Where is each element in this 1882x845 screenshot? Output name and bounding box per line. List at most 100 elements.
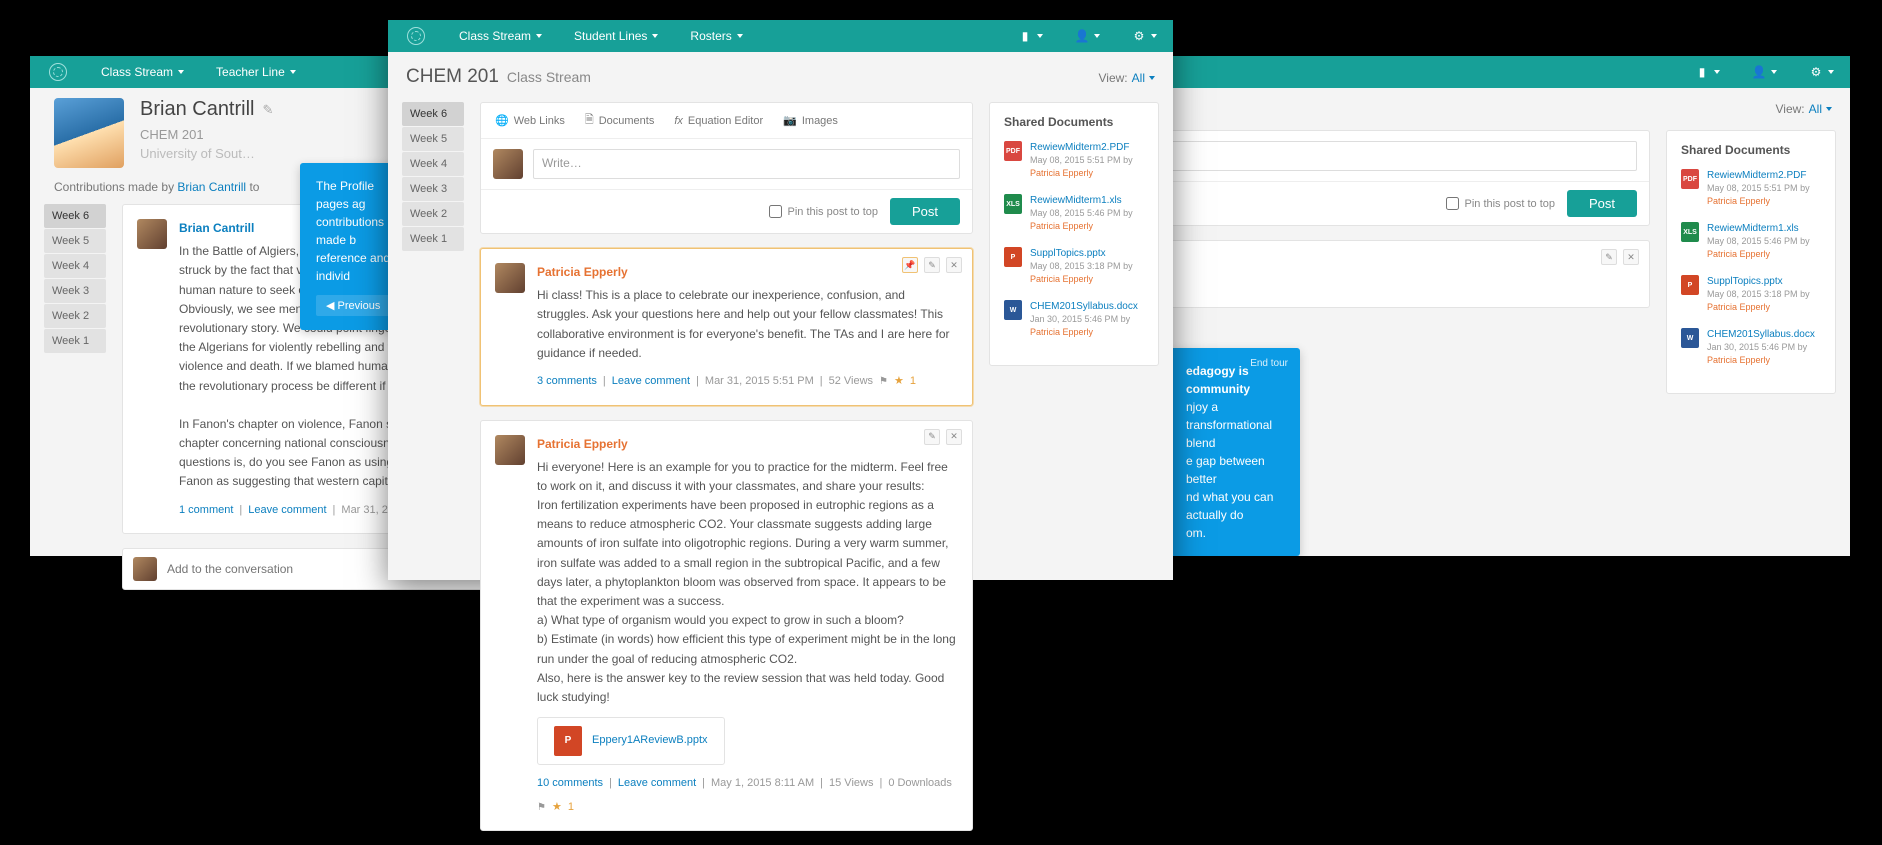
compose-input[interactable]: Write…: [533, 149, 960, 179]
logo-icon: [407, 27, 425, 45]
doc-link[interactable]: RewiewMidterm2.PDF: [1030, 141, 1144, 154]
flag-icon[interactable]: ⚑: [879, 374, 888, 390]
nav-user[interactable]: 👤: [1059, 20, 1116, 52]
doc-item: XLSRewiewMidterm1.xlsMay 08, 2015 5:46 P…: [1004, 194, 1144, 233]
chevron-down-icon: [737, 34, 743, 38]
chevron-down-icon: [1826, 107, 1832, 111]
post-button[interactable]: Post: [1567, 190, 1637, 217]
edit-icon[interactable]: ✎: [1601, 249, 1617, 265]
week-pill[interactable]: Week 5: [402, 127, 464, 151]
contrib-user-link[interactable]: Brian Cantrill: [177, 180, 246, 194]
nav-chart[interactable]: ▮: [1002, 20, 1059, 52]
view-filter: View: All: [1776, 102, 1832, 116]
close-icon[interactable]: ✕: [1623, 249, 1639, 265]
doc-item: PDFRewiewMidterm2.PDFMay 08, 2015 5:51 P…: [1004, 141, 1144, 180]
pin-toggle[interactable]: Pin this post to top: [769, 205, 878, 218]
doc-link[interactable]: SupplTopics.pptx: [1707, 275, 1821, 288]
attachment[interactable]: P Eppery1AReviewB.pptx: [537, 717, 725, 765]
compose-card: 🌐Web Links 🗎Documents fxEquation Editor …: [480, 102, 973, 234]
star-icon[interactable]: ★: [552, 799, 562, 817]
close-icon[interactable]: ✕: [946, 429, 962, 445]
pin-toggle[interactable]: Pin this post to top: [1446, 197, 1555, 210]
week-pill[interactable]: Week 4: [44, 254, 106, 278]
nav-class-stream[interactable]: Class Stream: [443, 20, 558, 52]
post-button[interactable]: Post: [890, 198, 960, 225]
leave-comment-link[interactable]: Leave comment: [248, 502, 326, 520]
week-pill[interactable]: Week 3: [402, 177, 464, 201]
week-pill[interactable]: Week 6: [402, 102, 464, 126]
chevron-down-icon: [1828, 70, 1834, 74]
comments-link[interactable]: 1 comment: [179, 502, 233, 520]
post-author-link[interactable]: Patricia Epperly: [537, 435, 958, 454]
chevron-down-icon: [536, 34, 542, 38]
tool-images[interactable]: 📷Images: [783, 111, 838, 130]
doc-link[interactable]: SupplTopics.pptx: [1030, 247, 1144, 260]
week-pill[interactable]: Week 2: [44, 304, 106, 328]
pin-checkbox[interactable]: [769, 205, 782, 218]
week-pill[interactable]: Week 1: [44, 329, 106, 353]
edit-icon[interactable]: ✎: [262, 102, 273, 118]
attachment-name: Eppery1AReviewB.pptx: [592, 732, 708, 750]
logo-area: [30, 63, 85, 81]
leave-comment-link[interactable]: Leave comment: [612, 373, 690, 391]
weeks-list: Week 6 Week 5 Week 4 Week 3 Week 2 Week …: [402, 102, 464, 251]
user-icon: 👤: [1075, 29, 1089, 43]
week-pill[interactable]: Week 1: [402, 227, 464, 251]
flag-icon[interactable]: ⚑: [537, 800, 546, 816]
chevron-down-icon: [652, 34, 658, 38]
chart-icon: ▮: [1018, 29, 1032, 43]
close-icon[interactable]: ✕: [946, 257, 962, 273]
comments-link[interactable]: 10 comments: [537, 775, 603, 793]
doc-item: WCHEM201Syllabus.docxJan 30, 2015 5:46 P…: [1681, 328, 1821, 367]
view-filter-link[interactable]: All: [1132, 71, 1145, 85]
nav-chart[interactable]: ▮: [1679, 56, 1736, 88]
nav-rosters[interactable]: Rosters: [674, 20, 758, 52]
doc-icon: W: [1681, 328, 1699, 348]
gear-icon: ⚙: [1809, 65, 1823, 79]
avatar: [495, 263, 525, 293]
tool-equation[interactable]: fxEquation Editor: [674, 111, 763, 130]
week-pill[interactable]: Week 4: [402, 152, 464, 176]
view-filter-link[interactable]: All: [1809, 102, 1822, 116]
nav-class-stream[interactable]: Class Stream: [85, 56, 200, 88]
comments-link[interactable]: 3 comments: [537, 373, 597, 391]
doc-link[interactable]: CHEM201Syllabus.docx: [1707, 328, 1821, 341]
profile-name: Brian Cantrill ✎: [140, 98, 273, 121]
nav-settings[interactable]: ⚙: [1116, 20, 1173, 52]
doc-icon: W: [1004, 300, 1022, 320]
pdf-icon: PDF: [1681, 169, 1699, 189]
avatar: [495, 435, 525, 465]
leave-comment-link[interactable]: Leave comment: [618, 775, 696, 793]
doc-link[interactable]: RewiewMidterm2.PDF: [1707, 169, 1821, 182]
nav-user[interactable]: 👤: [1736, 56, 1793, 88]
week-pill[interactable]: Week 5: [44, 229, 106, 253]
logo-icon: [49, 63, 67, 81]
week-pill[interactable]: Week 3: [44, 279, 106, 303]
tour-previous-button[interactable]: ◀ Previous: [316, 295, 390, 316]
doc-link[interactable]: CHEM201Syllabus.docx: [1030, 300, 1144, 313]
doc-link[interactable]: RewiewMidterm1.xls: [1707, 222, 1821, 235]
star-icon[interactable]: ★: [894, 373, 904, 391]
compose-toolbar: 🌐Web Links 🗎Documents fxEquation Editor …: [481, 103, 972, 139]
nav-teacher-line[interactable]: Teacher Line: [200, 56, 312, 88]
chevron-down-icon: [1151, 34, 1157, 38]
tool-web-links[interactable]: 🌐Web Links: [495, 111, 565, 130]
chevron-down-icon: [178, 70, 184, 74]
shared-documents-sidebar: Shared Documents PDFRewiewMidterm2.PDFMa…: [1666, 130, 1836, 394]
tool-documents[interactable]: 🗎Documents: [585, 111, 655, 130]
avatar: [137, 219, 167, 249]
post-author-link[interactable]: Patricia Epperly: [537, 263, 958, 282]
chart-icon: ▮: [1695, 65, 1709, 79]
pin-icon[interactable]: 📌: [902, 257, 918, 273]
edit-icon[interactable]: ✎: [924, 257, 940, 273]
end-tour-link[interactable]: End tour: [1250, 356, 1288, 371]
nav-settings[interactable]: ⚙: [1793, 56, 1850, 88]
post-body: Hi everyone! Here is an example for you …: [537, 458, 958, 707]
nav-student-lines[interactable]: Student Lines: [558, 20, 674, 52]
doc-link[interactable]: RewiewMidterm1.xls: [1030, 194, 1144, 207]
pin-checkbox[interactable]: [1446, 197, 1459, 210]
week-pill[interactable]: Week 6: [44, 204, 106, 228]
avatar: [54, 98, 124, 168]
week-pill[interactable]: Week 2: [402, 202, 464, 226]
edit-icon[interactable]: ✎: [924, 429, 940, 445]
